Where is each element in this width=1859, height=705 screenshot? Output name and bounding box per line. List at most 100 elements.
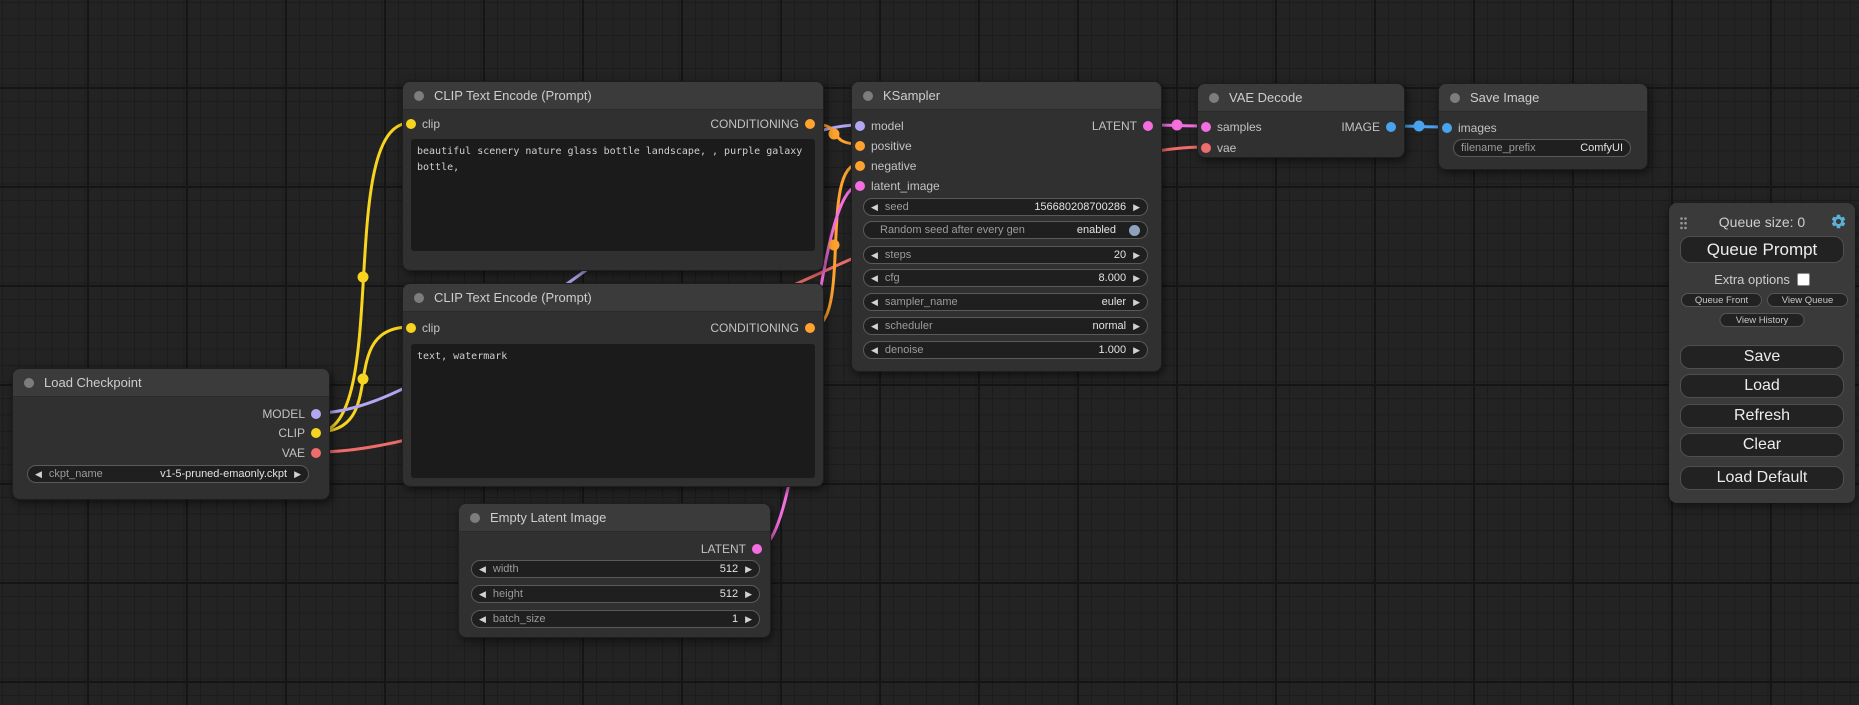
input-port-negative: negative	[855, 158, 916, 174]
clip-port-dot[interactable]	[406, 119, 416, 129]
increment-arrow-icon[interactable]: ▶	[745, 615, 752, 624]
increment-arrow-icon[interactable]: ▶	[1133, 346, 1140, 355]
node-header[interactable]: KSampler	[852, 82, 1161, 110]
node-title: CLIP Text Encode (Prompt)	[434, 290, 592, 305]
node-graph-canvas[interactable]: CLIP Text Encode (Prompt) clip CONDITION…	[0, 0, 1859, 705]
model-port-dot[interactable]	[311, 409, 321, 419]
decrement-arrow-icon[interactable]: ◀	[479, 615, 486, 624]
node-title: Load Checkpoint	[44, 375, 142, 390]
latent-port-dot[interactable]	[1143, 121, 1153, 131]
clear-button[interactable]: Clear	[1680, 433, 1844, 457]
clip-text-encode-negative-node[interactable]: CLIP Text Encode (Prompt) clip CONDITION…	[402, 283, 824, 487]
view-queue-button[interactable]: View Queue	[1767, 293, 1848, 307]
conditioning-port-dot[interactable]	[805, 119, 815, 129]
scheduler-widget[interactable]: ◀ scheduler normal ▶	[863, 317, 1148, 335]
input-port-positive: positive	[855, 138, 912, 154]
empty-latent-image-node[interactable]: Empty Latent Image LATENT ◀ width 512 ▶ …	[458, 503, 771, 638]
decrement-arrow-icon[interactable]: ◀	[871, 298, 878, 307]
positive-port-dot[interactable]	[855, 141, 865, 151]
negative-prompt-textarea[interactable]: text, watermark	[411, 344, 815, 478]
random-seed-toggle-widget[interactable]: Random seed after every gen enabled	[863, 221, 1148, 239]
clip-text-encode-positive-node[interactable]: CLIP Text Encode (Prompt) clip CONDITION…	[402, 81, 824, 271]
increment-arrow-icon[interactable]: ▶	[1133, 203, 1140, 212]
settings-gear-icon[interactable]	[1830, 213, 1847, 230]
link-midpoint-dot	[1172, 120, 1183, 131]
collapse-dot-icon[interactable]	[414, 91, 424, 101]
node-header[interactable]: VAE Decode	[1198, 84, 1404, 112]
increment-arrow-icon[interactable]: ▶	[745, 590, 752, 599]
collapse-dot-icon[interactable]	[1450, 93, 1460, 103]
node-header[interactable]: Empty Latent Image	[459, 504, 770, 532]
load-default-button[interactable]: Load Default	[1680, 466, 1844, 490]
load-button[interactable]: Load	[1680, 374, 1844, 398]
ksampler-node[interactable]: KSampler model positive negative latent_…	[851, 81, 1162, 372]
toggle-enabled-icon[interactable]	[1129, 225, 1140, 236]
decrement-arrow-icon[interactable]: ◀	[871, 203, 878, 212]
vae-port-dot[interactable]	[311, 448, 321, 458]
queue-prompt-button[interactable]: Queue Prompt	[1680, 236, 1844, 263]
positive-prompt-textarea[interactable]: beautiful scenery nature glass bottle la…	[411, 139, 815, 251]
save-button[interactable]: Save	[1680, 345, 1844, 369]
input-port-clip: clip	[406, 116, 440, 132]
cfg-widget[interactable]: ◀ cfg 8.000 ▶	[863, 269, 1148, 287]
latent-port-dot[interactable]	[752, 544, 762, 554]
images-port-dot[interactable]	[1442, 123, 1452, 133]
vae-port-dot[interactable]	[1201, 143, 1211, 153]
queue-panel: Queue size: 0 Queue Prompt Extra options…	[1669, 203, 1855, 503]
queue-size-label: Queue size: 0	[1669, 214, 1855, 230]
refresh-button[interactable]: Refresh	[1680, 404, 1844, 428]
output-port-vae: VAE	[282, 445, 321, 461]
filename-prefix-widget[interactable]: filename_prefix ComfyUI	[1453, 139, 1631, 157]
decrement-arrow-icon[interactable]: ◀	[479, 590, 486, 599]
increment-arrow-icon[interactable]: ▶	[1133, 298, 1140, 307]
collapse-dot-icon[interactable]	[414, 293, 424, 303]
ckpt-name-widget[interactable]: ◀ ckpt_name v1-5-pruned-emaonly.ckpt ▶	[27, 465, 309, 483]
steps-widget[interactable]: ◀ steps 20 ▶	[863, 246, 1148, 264]
output-port-clip: CLIP	[278, 425, 321, 441]
vae-decode-node[interactable]: VAE Decode samples vae IMAGE	[1197, 83, 1405, 158]
increment-arrow-icon[interactable]: ▶	[1133, 251, 1140, 260]
decrement-arrow-icon[interactable]: ◀	[871, 251, 878, 260]
samples-port-dot[interactable]	[1201, 122, 1211, 132]
height-widget[interactable]: ◀ height 512 ▶	[471, 585, 760, 603]
collapse-dot-icon[interactable]	[24, 378, 34, 388]
collapse-dot-icon[interactable]	[863, 91, 873, 101]
decrement-arrow-icon[interactable]: ◀	[871, 274, 878, 283]
increment-arrow-icon[interactable]: ▶	[294, 470, 301, 479]
model-port-dot[interactable]	[855, 121, 865, 131]
width-widget[interactable]: ◀ width 512 ▶	[471, 560, 760, 578]
node-header[interactable]: Save Image	[1439, 84, 1647, 112]
extra-options-checkbox[interactable]	[1797, 273, 1810, 286]
output-port-conditioning: CONDITIONING	[710, 116, 815, 132]
denoise-widget[interactable]: ◀ denoise 1.000 ▶	[863, 341, 1148, 359]
node-header[interactable]: CLIP Text Encode (Prompt)	[403, 82, 823, 110]
clip-port-dot[interactable]	[406, 323, 416, 333]
clip-port-dot[interactable]	[311, 428, 321, 438]
input-port-model: model	[855, 118, 904, 134]
decrement-arrow-icon[interactable]: ◀	[871, 322, 878, 331]
decrement-arrow-icon[interactable]: ◀	[871, 346, 878, 355]
increment-arrow-icon[interactable]: ▶	[745, 565, 752, 574]
input-port-images: images	[1442, 120, 1497, 136]
decrement-arrow-icon[interactable]: ◀	[35, 470, 42, 479]
queue-front-button[interactable]: Queue Front	[1681, 293, 1762, 307]
sampler-name-widget[interactable]: ◀ sampler_name euler ▶	[863, 293, 1148, 311]
seed-widget[interactable]: ◀ seed 156680208700286 ▶	[863, 198, 1148, 216]
save-image-node[interactable]: Save Image images filename_prefix ComfyU…	[1438, 83, 1648, 170]
collapse-dot-icon[interactable]	[1209, 93, 1219, 103]
negative-port-dot[interactable]	[855, 161, 865, 171]
conditioning-port-dot[interactable]	[805, 323, 815, 333]
decrement-arrow-icon[interactable]: ◀	[479, 565, 486, 574]
batch-size-widget[interactable]: ◀ batch_size 1 ▶	[471, 610, 760, 628]
output-port-image: IMAGE	[1341, 119, 1396, 135]
latent-port-dot[interactable]	[855, 181, 865, 191]
node-header[interactable]: Load Checkpoint	[13, 369, 329, 397]
output-port-latent: LATENT	[701, 541, 762, 557]
image-port-dot[interactable]	[1386, 122, 1396, 132]
view-history-button[interactable]: View History	[1720, 313, 1805, 327]
node-header[interactable]: CLIP Text Encode (Prompt)	[403, 284, 823, 312]
increment-arrow-icon[interactable]: ▶	[1133, 322, 1140, 331]
collapse-dot-icon[interactable]	[470, 513, 480, 523]
increment-arrow-icon[interactable]: ▶	[1133, 274, 1140, 283]
load-checkpoint-node[interactable]: Load Checkpoint MODEL CLIP VAE ◀ ckpt_na…	[12, 368, 330, 500]
